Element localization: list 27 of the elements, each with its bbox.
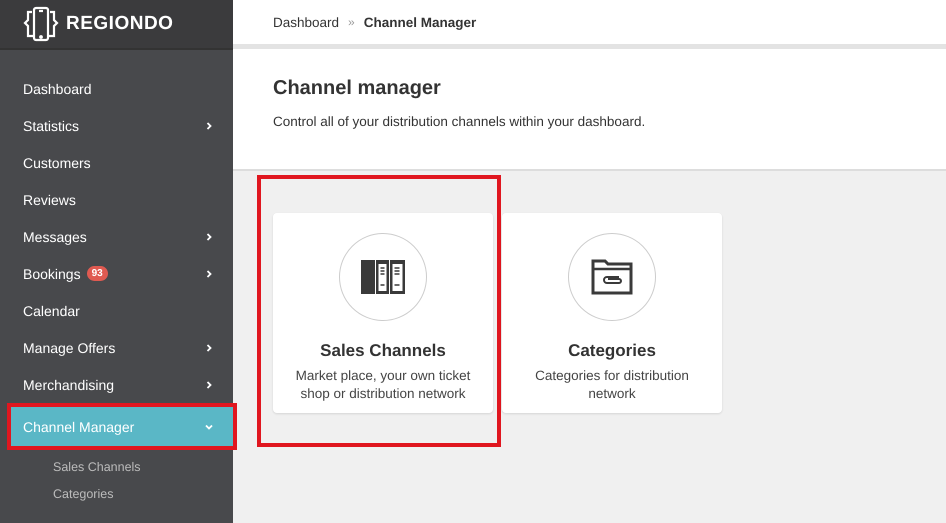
channel-card[interactable]: Sales Channels Market place, your own ticket shop or distribution network — [273, 213, 493, 413]
submenu-item[interactable]: Sales Channels — [53, 460, 233, 474]
card-description: Categories for distribution network — [534, 367, 690, 403]
submenu-item[interactable]: Categories — [53, 487, 233, 501]
count-badge: 93 — [86, 266, 108, 281]
breadcrumb-link[interactable]: Dashboard — [273, 14, 340, 30]
sidebar-item[interactable]: Manage Offers — [0, 329, 233, 366]
logo-text: REGIONDO — [66, 13, 174, 35]
channel-card[interactable]: Categories Categories for distribution network — [502, 213, 722, 413]
folder-clip-icon — [591, 259, 633, 295]
sidebar-item[interactable]: Reviews — [0, 181, 233, 218]
sidebar-item[interactable]: Customers — [0, 144, 233, 181]
sidebar-item[interactable]: Messages — [0, 218, 233, 255]
page-subtitle: Control all of your distribution channels within your dashboard. — [273, 114, 646, 129]
card-title: Categories — [568, 341, 656, 361]
binders-icon — [361, 260, 405, 294]
breadcrumb-link[interactable]: Channel Manager — [364, 14, 476, 30]
sidebar-item[interactable]: Merchandising — [0, 366, 233, 403]
breadcrumb-separator: » — [348, 15, 355, 29]
sidebar-item[interactable]: Dashboard — [0, 70, 233, 107]
sidebar-item[interactable]: Calendar — [0, 292, 233, 329]
sidebar-item[interactable]: Statistics — [0, 107, 233, 144]
card-description: Market place, your own ticket shop or distribution network — [294, 367, 472, 403]
sidebar-item[interactable]: Bookings 93 — [0, 255, 233, 292]
card-title: Sales Channels — [320, 341, 446, 361]
phone-logo-icon — [22, 6, 60, 42]
page-title: Channel manager — [273, 77, 442, 100]
